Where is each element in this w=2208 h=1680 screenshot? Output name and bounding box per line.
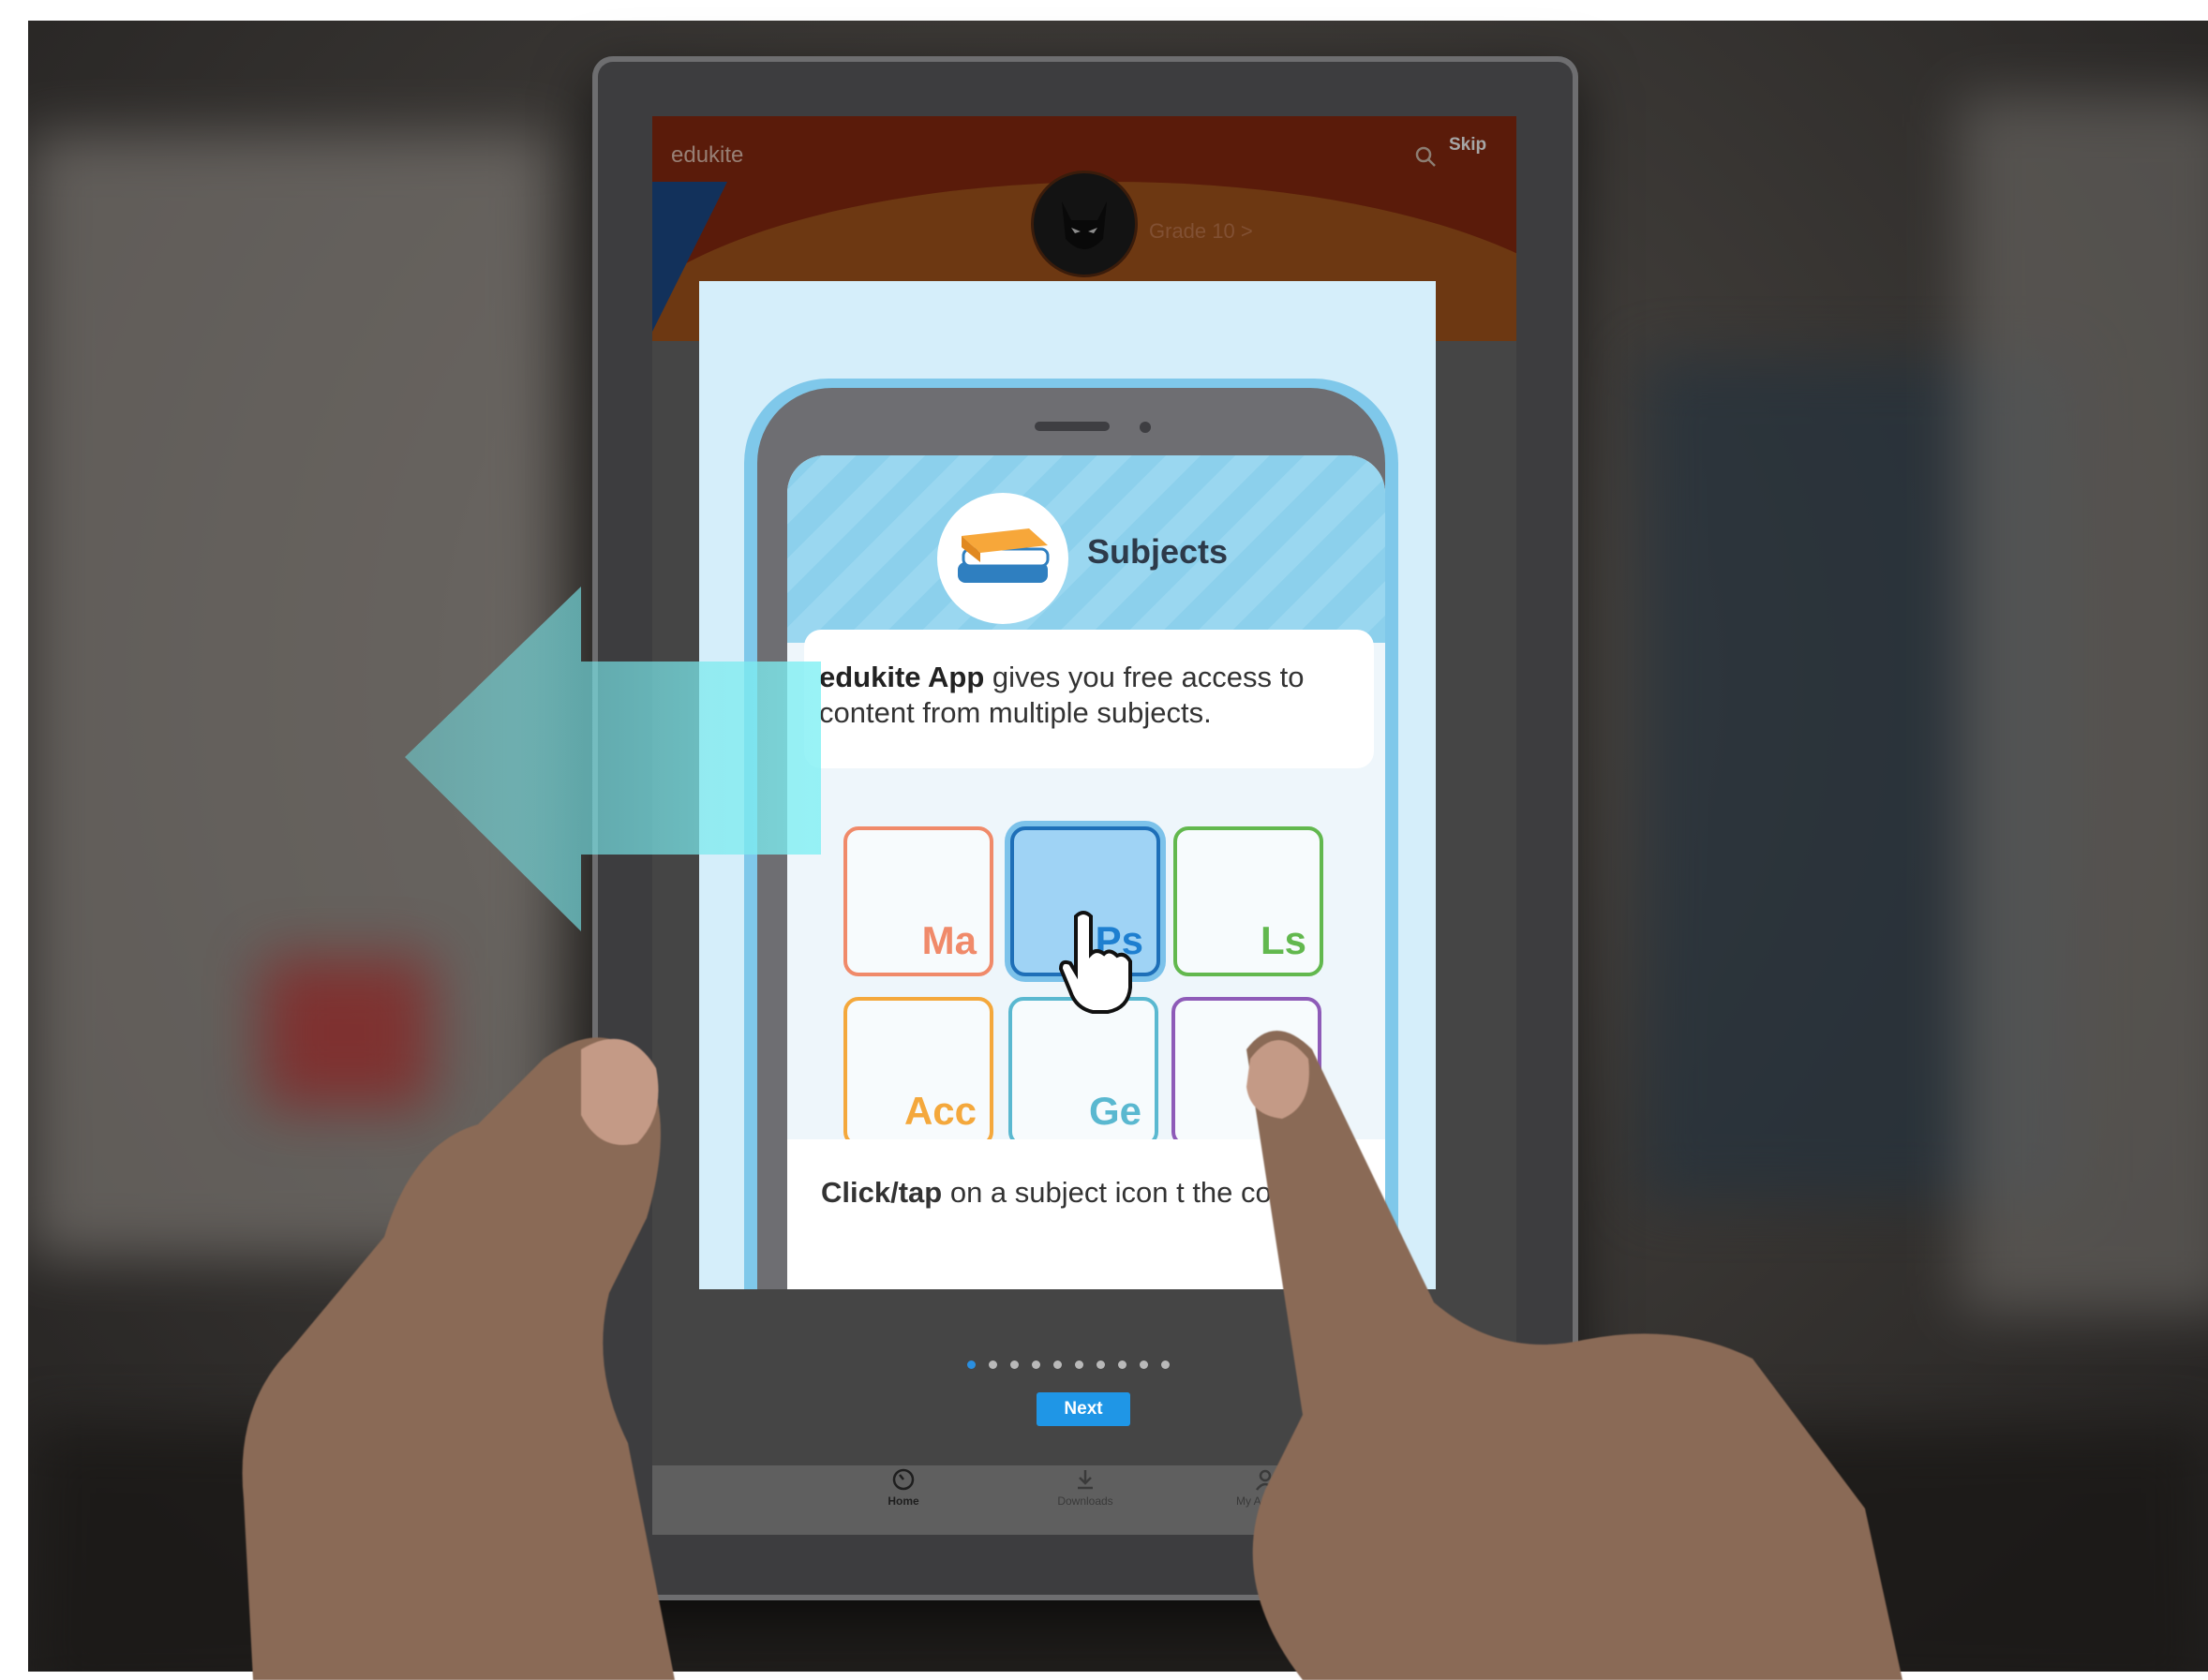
pagination-dot[interactable] bbox=[1118, 1360, 1126, 1369]
nav-downloads[interactable]: Downloads bbox=[1029, 1467, 1141, 1508]
nav-downloads-label: Downloads bbox=[1057, 1494, 1113, 1508]
left-hand bbox=[242, 1037, 675, 1680]
subject-tile-ls[interactable]: Ls bbox=[1173, 826, 1323, 976]
pagination-dot[interactable] bbox=[1010, 1360, 1019, 1369]
pagination-dots bbox=[967, 1360, 1170, 1369]
swipe-left-arrow-icon bbox=[405, 587, 821, 931]
nav-home[interactable]: Home bbox=[847, 1467, 960, 1508]
subject-abbr: Ge bbox=[1088, 1089, 1141, 1133]
pagination-dot[interactable] bbox=[1053, 1360, 1062, 1369]
instruction-bold: Click/tap bbox=[821, 1176, 943, 1209]
subject-tile-ge[interactable]: Ge bbox=[1008, 997, 1158, 1147]
pagination-dot[interactable] bbox=[1032, 1360, 1040, 1369]
subject-abbr: Ma bbox=[921, 918, 977, 962]
pagination-dot[interactable] bbox=[1140, 1360, 1148, 1369]
pagination-dot[interactable] bbox=[989, 1360, 997, 1369]
next-button[interactable]: Next bbox=[1037, 1392, 1130, 1426]
pagination-dot[interactable] bbox=[1075, 1360, 1083, 1369]
phone-speaker bbox=[1035, 422, 1110, 431]
pagination-dot[interactable] bbox=[1161, 1360, 1170, 1369]
description-text: edukite App gives you free access to con… bbox=[819, 660, 1363, 731]
blurred-right-wall bbox=[1959, 96, 2208, 1314]
right-hand bbox=[1246, 1031, 1902, 1680]
subject-abbr: Ls bbox=[1260, 918, 1306, 962]
home-gauge-icon bbox=[892, 1468, 915, 1491]
books-icon bbox=[937, 493, 1068, 624]
phone-camera bbox=[1140, 422, 1151, 433]
pointer-hand-icon bbox=[1058, 911, 1132, 1014]
pagination-dot[interactable] bbox=[967, 1360, 976, 1369]
subject-tile-acc[interactable]: Acc bbox=[843, 997, 993, 1147]
download-icon bbox=[1078, 1470, 1093, 1490]
subjects-header bbox=[787, 455, 1385, 643]
subjects-title: Subjects bbox=[1087, 532, 1229, 571]
pagination-dot[interactable] bbox=[1097, 1360, 1105, 1369]
subject-abbr: Acc bbox=[903, 1089, 977, 1133]
nav-home-label: Home bbox=[888, 1494, 919, 1508]
